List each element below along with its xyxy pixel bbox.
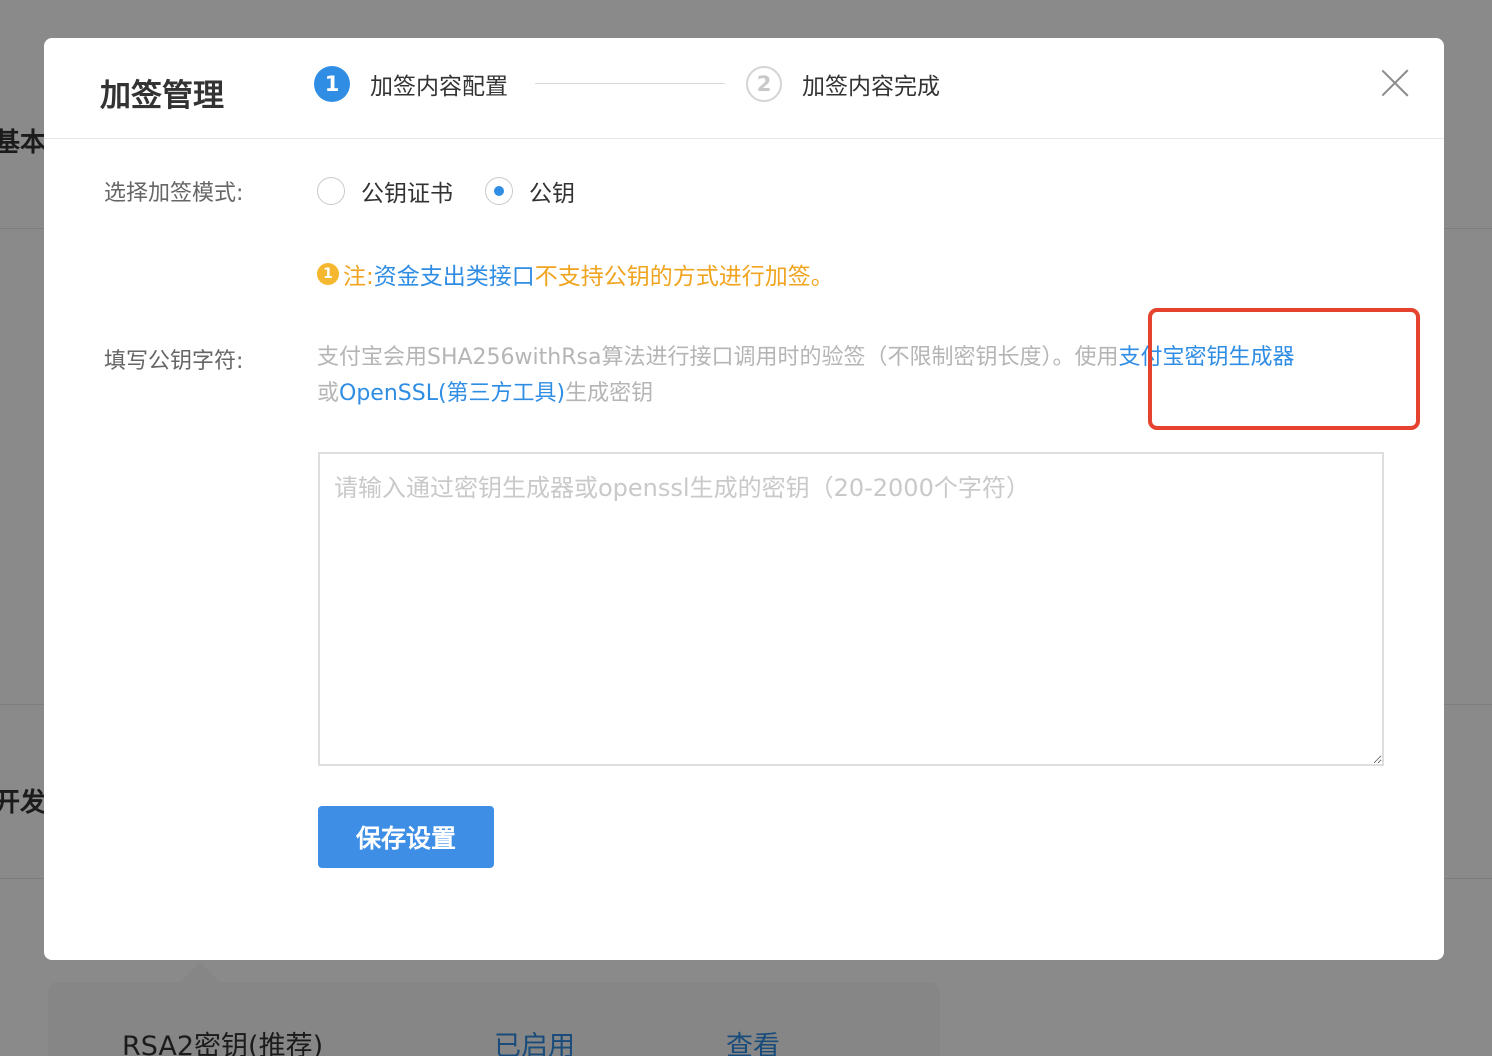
radio-public-key-cert[interactable]: 公钥证书 [317,174,453,208]
step-2-number: 2 [746,66,782,102]
sign-mode-label: 选择加签模式: [104,181,244,206]
step-2: 2 加签内容完成 [746,66,940,102]
radio-public-key[interactable]: 公钥 [485,174,575,208]
close-icon[interactable] [1380,68,1410,98]
info-icon: 1 [317,263,339,285]
desc-text: 或 [317,381,340,406]
public-key-input[interactable] [318,452,1384,766]
step-1-number: 1 [314,66,350,102]
notice-text: 不支持公钥的方式进行加签。 [534,264,834,290]
sign-mode-radio-group: 公钥证书 公钥 [317,174,607,208]
radio-unchecked-icon[interactable] [317,177,345,205]
step-1-label: 加签内容配置 [370,74,508,100]
header-divider [44,138,1444,139]
public-key-label: 填写公钥字符: [104,349,244,374]
radio-checked-icon[interactable] [485,177,513,205]
step-connector [535,83,725,84]
fund-payout-api-link[interactable]: 资金支出类接口 [374,257,535,291]
openssl-link[interactable]: OpenSSL(第三方工具) [339,381,565,406]
signing-management-modal: 加签管理 1 加签内容配置 2 加签内容完成 选择加签模式: 公钥证书 公钥 1… [44,38,1444,960]
step-2-label: 加签内容完成 [802,74,940,100]
desc-text: 支付宝会用SHA256withRsa算法进行接口调用时的验签（不限制密钥长度）。… [317,345,1119,370]
notice-prefix: 注: [343,264,374,290]
save-settings-button[interactable]: 保存设置 [318,806,494,868]
modal-title: 加签管理 [100,78,224,114]
highlight-annotation [1148,308,1420,430]
notice: 1 注: 资金支出类接口 不支持公钥的方式进行加签。 [317,257,834,291]
step-1: 1 加签内容配置 [314,66,508,102]
radio-label: 公钥 [529,181,575,207]
desc-text: 生成密钥 [565,381,654,406]
radio-label: 公钥证书 [361,181,453,207]
